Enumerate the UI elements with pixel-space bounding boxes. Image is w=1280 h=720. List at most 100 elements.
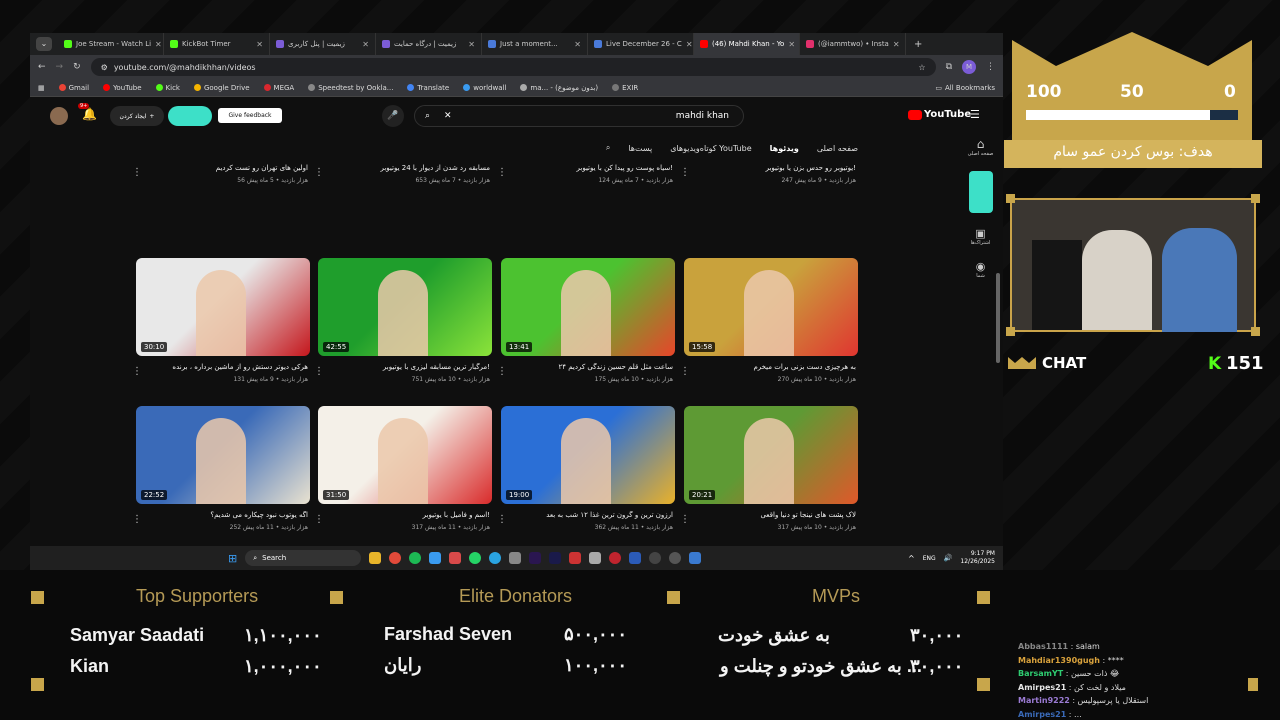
chat-username[interactable]: Martin9222	[1018, 696, 1070, 705]
browser-tab[interactable]: KickBot Timer ✕	[164, 33, 270, 55]
extensions-icon[interactable]: ⧉	[946, 62, 952, 72]
search-icon[interactable]: ⌕	[425, 111, 430, 121]
more-options-icon[interactable]: ⋮	[497, 366, 507, 377]
media-icon[interactable]	[669, 552, 682, 564]
youtube-logo[interactable]: YouTube	[908, 109, 971, 120]
video-card[interactable]: 19:00 ارزون ترین و گرون ترین غذا ۱۲ شب ب…	[497, 406, 675, 531]
feedback-button[interactable]: Give feedback	[218, 108, 282, 123]
app-icon[interactable]	[509, 552, 522, 564]
channel-search-icon[interactable]: ⌕	[606, 143, 610, 153]
notifications-icon[interactable]: 🔔 9+	[78, 103, 97, 121]
video-thumbnail[interactable]: 19:00	[501, 406, 675, 504]
tray-chevron-icon[interactable]: ^	[908, 554, 915, 563]
close-tab-icon[interactable]: ✕	[574, 40, 581, 49]
channel-tab[interactable]: صفحه اصلی	[817, 144, 858, 153]
chat-username[interactable]: Mahdiar1390gugh	[1018, 656, 1100, 665]
video-card[interactable]: 20:21 لاک پشت های نینجا تو دنیا واقعی 31…	[680, 406, 858, 531]
new-tab-icon[interactable]: +	[914, 39, 922, 50]
chrome-icon[interactable]	[389, 552, 402, 564]
video-title[interactable]: اگه یوتوب نبود چیکاره می شدیم؟	[136, 511, 310, 519]
all-bookmarks[interactable]: ▭ All Bookmarks	[935, 84, 995, 92]
video-card[interactable]: 13:41 ۲۴ ساعت مثل قلم حسین زندگی کردیم 1…	[497, 258, 675, 383]
bookmark-item[interactable]: Kick	[155, 84, 180, 92]
bookmark-item[interactable]: Speedtest by Ookla...	[308, 84, 393, 92]
file-explorer-icon[interactable]	[369, 552, 382, 564]
more-options-icon[interactable]: ⋮	[680, 514, 690, 525]
video-title[interactable]: لاک پشت های نینجا تو دنیا واقعی	[684, 511, 858, 519]
spotify-icon[interactable]	[409, 552, 422, 564]
chat-username[interactable]: Amirpes21	[1018, 710, 1066, 719]
video-title[interactable]: به هرچیزی دست بزنی برات میخرم	[684, 363, 858, 371]
tray-lang[interactable]: ENG	[923, 555, 936, 562]
more-options-icon[interactable]: ⋮	[497, 514, 507, 525]
volume-icon[interactable]: 🔊	[944, 554, 953, 562]
site-info-icon[interactable]: ⚙	[101, 63, 108, 72]
more-options-icon[interactable]: ⋮	[314, 514, 324, 525]
telegram-icon[interactable]	[489, 552, 502, 564]
bookmark-star-icon[interactable]: ☆	[918, 63, 925, 72]
close-tab-icon[interactable]: ✕	[788, 40, 795, 49]
clock[interactable]: 9:17 PM 12/26/2025	[960, 550, 995, 566]
video-thumbnail[interactable]: 42:55	[318, 258, 492, 356]
bookmark-item[interactable]: YouTube	[103, 84, 142, 92]
video-card[interactable]: 35:44 یوتیوبر رو حدس بزن یا بوتیوبر! 247…	[680, 159, 858, 184]
bookmark-item[interactable]: EXIR	[612, 84, 638, 92]
premiere-icon[interactable]	[529, 552, 542, 564]
video-card[interactable]: 49:24 مسابقه رد شدن از دیوار با 24 یوتیو…	[314, 159, 492, 184]
close-tab-icon[interactable]: ✕	[256, 40, 263, 49]
menu-icon[interactable]: ⋮	[986, 62, 995, 72]
tab-search-icon[interactable]: ⌄	[36, 37, 52, 51]
video-thumbnail[interactable]: 13:41	[501, 258, 675, 356]
browser-tab[interactable]: Live December 26 - C ✕	[588, 33, 694, 55]
video-title[interactable]: یوتیوبر رو حدس بزن یا بوتیوبر!	[684, 164, 858, 172]
create-button[interactable]: ایجاد کردن +	[110, 106, 164, 126]
video-card[interactable]: 22:52 اگه یوتوب نبود چیکاره می شدیم؟ 252…	[136, 406, 310, 531]
after-effects-icon[interactable]	[549, 552, 562, 564]
close-tab-icon[interactable]: ✕	[362, 40, 369, 49]
browser-tab[interactable]: Just a moment... ✕	[482, 33, 588, 55]
taskbar-search[interactable]: ⌕ Search	[245, 550, 362, 566]
browser-tab[interactable]: زیمیت | درگاه حمایت ✕	[376, 33, 482, 55]
browser-tab[interactable]: Joe Stream - Watch Li ✕	[58, 33, 164, 55]
address-bar[interactable]: ⚙ youtube.com/@mahdikhhan/videos ☆	[90, 58, 936, 76]
video-card[interactable]: 16:51 اولین های تهران رو تست کردیم 56 هز…	[136, 159, 310, 184]
bookmark-item[interactable]: Gmail	[58, 84, 89, 92]
video-title[interactable]: مرگبار ترین مسابقه لیزری با یوتیوبر!	[318, 363, 492, 371]
more-options-icon[interactable]: ⋮	[314, 366, 324, 377]
app-icon[interactable]	[569, 552, 582, 564]
reload-icon[interactable]: ↻	[73, 62, 81, 72]
whatsapp-icon[interactable]	[469, 552, 482, 564]
browser-tab[interactable]: (46) Mahdi Khan - Yo ✕	[694, 33, 800, 55]
guide-subscriptions[interactable]: ▣ اشتراک‌ها	[958, 227, 1003, 246]
channel-tab[interactable]: کوتاه‌ویدیوهای YouTube	[670, 144, 751, 153]
video-card[interactable]: 15:58 به هرچیزی دست بزنی برات میخرم 270 …	[680, 258, 858, 383]
bookmark-item[interactable]: Google Drive	[193, 84, 250, 92]
browser-tab[interactable]: (@iammtwo) • Insta ✕	[800, 33, 906, 55]
chat-username[interactable]: Amirpes21	[1018, 683, 1066, 692]
close-tab-icon[interactable]: ✕	[686, 40, 693, 49]
obs-icon[interactable]	[649, 552, 662, 564]
chat-username[interactable]: Abbas1111	[1018, 642, 1068, 651]
hamburger-menu-icon[interactable]: ☰	[970, 108, 980, 121]
video-title[interactable]: ۲۴ ساعت مثل قلم حسین زندگی کردیم	[501, 363, 675, 371]
video-thumbnail[interactable]: 20:21	[684, 406, 858, 504]
video-card[interactable]: 30:10 هرکی دیوتر دستش رو از ماشین برداره…	[136, 258, 310, 383]
bookmark-item[interactable]: Translate	[407, 84, 449, 92]
more-options-icon[interactable]: ⋮	[497, 167, 507, 178]
browser-tab[interactable]: زیمیت | پنل کاربری ✕	[270, 33, 376, 55]
back-icon[interactable]: ←	[38, 62, 46, 72]
video-title[interactable]: سیاه پوست رو پیدا کن با یوتیوبر!	[501, 164, 675, 172]
forward-icon[interactable]: →	[56, 62, 64, 72]
search-box[interactable]: ⌕ ✕ mahdi khan	[414, 105, 744, 127]
video-thumbnail[interactable]: 30:10	[136, 258, 310, 356]
video-card[interactable]: 29:53 سیاه پوست رو پیدا کن با یوتیوبر! 1…	[497, 159, 675, 184]
video-thumbnail[interactable]: 15:58	[684, 258, 858, 356]
guide-home[interactable]: ⌂ صفحه اصلی	[958, 137, 1003, 157]
video-title[interactable]: اسم و فامیل با یوتیوبر!	[318, 511, 492, 519]
more-options-icon[interactable]: ⋮	[136, 366, 142, 377]
app-icon[interactable]	[429, 552, 442, 564]
start-icon[interactable]: ⊞	[228, 552, 237, 565]
account-avatar[interactable]	[50, 107, 68, 125]
video-card[interactable]: 42:55 مرگبار ترین مسابقه لیزری با یوتیوب…	[314, 258, 492, 383]
scrollbar[interactable]	[996, 273, 1000, 363]
